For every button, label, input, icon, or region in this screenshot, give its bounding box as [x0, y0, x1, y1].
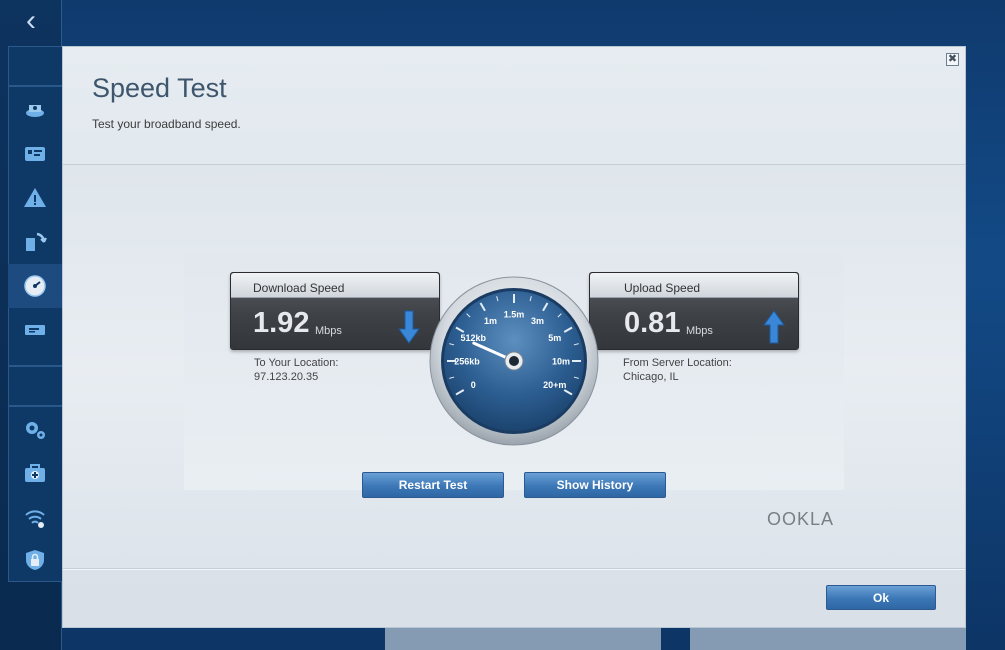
upload-location: From Server Location: Chicago, IL [623, 356, 732, 384]
connectivity-icon [26, 232, 47, 251]
page-subtitle: Test your broadband speed. [92, 117, 241, 131]
download-location: To Your Location: 97.123.20.35 [254, 356, 338, 384]
upload-speed-panel: Upload Speed 0.81 Mbps [589, 272, 799, 350]
divider [63, 568, 965, 569]
close-button[interactable]: ✖ [946, 53, 959, 66]
upload-speed-value: 0.81 [624, 307, 681, 339]
sidebar-group-top [8, 46, 62, 86]
sidebar-item-speed-test[interactable] [8, 264, 68, 308]
close-icon: ✖ [947, 53, 958, 65]
ok-button[interactable]: Ok [826, 585, 936, 610]
upload-location-label: From Server Location: [623, 357, 732, 369]
download-speed-panel: Download Speed 1.92 Mbps [230, 272, 440, 350]
background-panel [385, 628, 661, 650]
sidebar-item-security[interactable] [8, 538, 62, 582]
download-speed-value: 1.92 [253, 307, 310, 339]
upload-location-value: Chicago, IL [623, 371, 679, 383]
gauge-tick-label: 512kb [461, 333, 487, 343]
sidebar-item-alerts[interactable] [8, 176, 62, 220]
usb-storage-icon [25, 325, 45, 335]
gear-icon [26, 422, 45, 439]
gauge-tick-label: 3m [531, 316, 544, 326]
download-speed-unit: Mbps [315, 325, 342, 337]
back-button[interactable]: ‹ [0, 0, 62, 42]
router-icon [26, 105, 44, 117]
security-lock-icon [26, 550, 44, 570]
arrow-up-icon [763, 310, 785, 344]
gauge-tick-label: 256kb [454, 357, 480, 367]
speed-gauge-dial: 0 256kb 512kb 1m 1.5m 3m 5m 10m 20+m [429, 276, 599, 446]
chevron-left-icon: ‹ [26, 4, 36, 37]
page-title: Speed Test [92, 73, 227, 103]
download-location-value: 97.123.20.35 [254, 371, 319, 383]
arrow-down-icon [398, 310, 420, 344]
speedometer-icon [24, 275, 46, 297]
upload-speed-heading: Upload Speed [590, 273, 798, 298]
sidebar-item-usb-storage[interactable] [8, 308, 62, 352]
gauge-tick-label: 10m [552, 357, 570, 367]
sidebar-item-router[interactable] [8, 88, 62, 132]
troubleshooting-icon [25, 464, 45, 482]
upload-speed-unit: Mbps [686, 325, 713, 337]
sidebar: ‹ [0, 0, 68, 650]
download-speed-heading: Download Speed [231, 273, 439, 298]
warning-icon [24, 188, 46, 207]
sidebar-item-settings[interactable] [8, 408, 62, 452]
device-list-icon [25, 147, 45, 161]
speed-test-widget: Download Speed 1.92 Mbps To Your Locatio… [184, 252, 844, 529]
gauge-tick-label: 1.5m [504, 310, 525, 320]
ookla-logo: OOKLA [766, 509, 834, 529]
gauge-tick-label: 0 [471, 380, 476, 390]
speed-gauge: 0 256kb 512kb 1m 1.5m 3m 5m 10m 20+m [429, 276, 599, 446]
gauge-tick-label: 1m [484, 316, 497, 326]
gauge-tick-label: 20+m [543, 380, 566, 390]
restart-test-button[interactable]: Restart Test [362, 472, 504, 498]
wireless-icon [25, 510, 45, 528]
sidebar-item-wireless[interactable] [8, 496, 62, 540]
background-panel [690, 628, 966, 650]
gauge-tick-label: 5m [548, 333, 561, 343]
sidebar-group-settings [8, 366, 62, 406]
sidebar-item-troubleshooting[interactable] [8, 452, 62, 496]
download-location-label: To Your Location: [254, 357, 339, 369]
sidebar-item-connectivity[interactable] [8, 220, 62, 264]
speed-test-dialog: ✖ Speed Test Test your broadband speed. … [62, 46, 966, 628]
show-history-button[interactable]: Show History [524, 472, 666, 498]
sidebar-item-devices[interactable] [8, 132, 62, 176]
